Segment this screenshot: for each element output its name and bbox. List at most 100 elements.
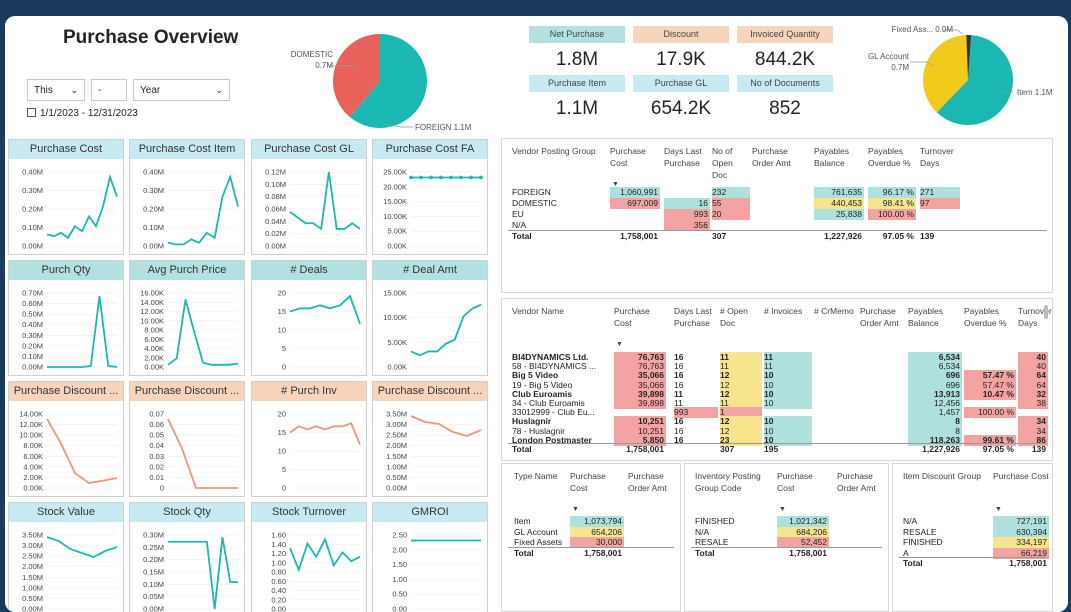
data-point (469, 175, 473, 180)
line-chart[interactable]: 0.70M0.60M 0.50M0.40M 0.30M0.20M 0.10M 0.00M (9, 281, 125, 375)
column-header[interactable]: Purchase Order Amt (752, 145, 810, 169)
chart-card[interactable]: Purchase Cost Item 0.40M 0.30M 0.20M 0.10M 0.… (129, 139, 245, 255)
chart-card[interactable]: Purchase Discount ... 0.07 0.06 0.05 0.04 0.0… (129, 381, 245, 497)
sort-arrow-icon[interactable]: ▼ (572, 506, 579, 513)
cell-open: 55 (712, 198, 750, 209)
line-chart[interactable]: 0.40M 0.30M 0.20M 0.10M 0.00M (9, 160, 125, 254)
y-tick-label: 0.05 (149, 431, 164, 440)
period-select[interactable]: This ⌄ (27, 79, 85, 101)
series-line (46, 173, 118, 240)
line-chart[interactable]: 20 15 10 5 0 (252, 281, 368, 375)
column-header[interactable]: Type Name (514, 470, 568, 482)
line-chart[interactable]: 1.601.401.201.000.800.600.400.200.00 (252, 523, 368, 612)
line-chart[interactable]: 0.12M 0.10M 0.08M 0.06M 0.04M 0.02M 0.00M (252, 160, 368, 254)
line-chart[interactable]: 0.40M 0.30M 0.20M 0.10M 0.00M (130, 160, 246, 254)
row-name: FINISHED (903, 537, 943, 547)
chart-title: Purchase Discount ... (9, 382, 123, 401)
column-header[interactable]: Vendor Posting Group (512, 145, 602, 157)
column-header[interactable]: Purchase Order Amt (837, 470, 887, 494)
line-chart[interactable]: 0.070.06 0.050.04 0.030.02 0.01 0 (130, 402, 246, 496)
column-header[interactable]: Purchase Cost (993, 470, 1049, 482)
column-header[interactable]: Payables Balance (814, 145, 864, 169)
y-tick-label: 0.50 (392, 590, 407, 599)
column-header[interactable]: Turnover Days (920, 145, 960, 169)
domestic-foreign-pie[interactable]: DOMESTIC 0.7M FOREIGN 1.1M (275, 24, 485, 134)
column-header[interactable]: Purchase Order Amt (628, 470, 678, 494)
line-chart[interactable]: 2.50 2.00 1.50 1.00 0.50 0.00 (373, 523, 489, 612)
series-line (410, 303, 482, 357)
column-header[interactable]: # Invoices (764, 305, 812, 317)
data-point (429, 175, 433, 180)
sort-arrow-icon[interactable]: ▼ (779, 506, 786, 513)
chart-card[interactable]: Stock Value 3.50M 3.00M 2.50M 2.00M 1.50M 1.00… (8, 502, 124, 612)
y-tick-label: 5.00K (387, 227, 407, 236)
scrollbar[interactable] (1044, 305, 1048, 319)
chart-card[interactable]: # Deals 20 15 10 5 0 (251, 260, 367, 376)
line-chart[interactable]: 25.00K 20.00K 15.00K 10.00K 5.00K 0.00K (373, 160, 489, 254)
column-header[interactable]: Purchase Cost (777, 470, 829, 494)
line-chart[interactable]: 3.50M3.00M 2.50M2.00M 1.50M1.00M 0.50M 0.00M (373, 402, 489, 496)
sort-arrow-icon[interactable]: ▼ (995, 506, 1002, 513)
y-tick-label: 0.10M (22, 352, 43, 361)
y-tick-label: 4.00K (144, 344, 164, 353)
line-chart[interactable]: 14.00K12.00K 10.00K8.00K 6.00K4.00K 2.00K 0.… (9, 402, 125, 496)
chart-card[interactable]: Avg Purch Price 16.00K 14.00K 12.00K 10.00K 8… (129, 260, 245, 376)
chart-card[interactable]: # Purch Inv 20 15 10 5 0 (251, 381, 367, 497)
cell-cost: 630,394 (993, 526, 1049, 538)
series-line (167, 299, 239, 366)
column-header[interactable]: Payables Balance (908, 305, 962, 329)
inventory-posting-table[interactable]: Inventory Posting Group Code Purchase Cos… (684, 463, 889, 612)
unit-select[interactable]: Year ⌄ (133, 79, 230, 101)
cell-days: 993 (664, 209, 710, 220)
y-tick-label: 20.00K (383, 182, 407, 191)
line-chart[interactable]: 0.30M 0.25M 0.20M 0.15M 0.10M 0.05M 0.00M (130, 523, 246, 612)
line-chart[interactable]: 15.00K 10.00K 5.00K 0.00K (373, 281, 489, 375)
chart-card[interactable]: Purch Qty 0.70M 0.60M 0.50M 0.40M 0.30M 0.20M 0… (8, 260, 124, 376)
type-table[interactable]: Type Name Purchase Cost Purchase Order Amt… (501, 463, 681, 612)
column-header[interactable]: Purchase Cost (570, 470, 624, 494)
pie-value-gl: 0.7M (891, 63, 909, 72)
column-header[interactable]: Days Last Purchase (674, 305, 718, 329)
column-header[interactable]: Purchase Order Amt (860, 305, 904, 329)
column-header[interactable]: Purchase Cost (614, 305, 666, 329)
column-header[interactable]: Purchase Cost (610, 145, 660, 169)
type-pie[interactable]: Fixed Ass... 0.0M GL Account 0.7M Item 1… (855, 22, 1065, 132)
chart-card[interactable]: Purchase Discount ... 3.50M 3.00M 2.50M 2.00… (372, 381, 488, 497)
y-tick-label: 0.10M (143, 580, 164, 589)
column-header[interactable]: # Open Doc (720, 305, 762, 329)
vendor-table[interactable]: Vendor Name Purchase Cost Days Last Purcha… (501, 298, 1053, 461)
chart-card[interactable]: Purchase Discount ... 14.00K 12.00K 10.00K 8… (8, 381, 124, 497)
vendor-posting-group-table[interactable]: Vendor Posting Group Purchase Cost Days La… (501, 138, 1053, 293)
y-tick-label: 3.50M (386, 410, 407, 419)
kpi-card: Purchase GL 654.2K (633, 75, 729, 120)
column-header[interactable]: No of Open Doc (712, 145, 750, 181)
item-discount-table[interactable]: Item Discount Group Purchase Cost ▼ N/A 727,… (892, 463, 1053, 612)
count-input[interactable]: - (91, 79, 127, 101)
line-chart[interactable]: 16.00K14.00K12.00K10.00K8.00K6.00K4.00K2… (130, 281, 246, 375)
column-header[interactable]: Payables Overdue % (868, 145, 916, 169)
y-tick-label: 0.01 (149, 473, 164, 482)
chart-card[interactable]: Purchase Cost 0.40M 0.30M 0.20M 0.10M 0.00M (8, 139, 124, 255)
cell-cost: 1,758,001 (1009, 558, 1047, 568)
column-header[interactable]: Inventory Posting Group Code (695, 470, 775, 494)
cell-cost: 1,021,342 (777, 516, 829, 527)
line-chart[interactable]: 20 15 10 5 0 (252, 402, 368, 496)
cell-order (752, 198, 810, 209)
cell-turnover: 271 (920, 187, 960, 198)
line-chart[interactable]: 3.50M3.00M 2.50M2.00M 1.50M1.00M 0.50M 0.00M (9, 523, 125, 612)
column-header[interactable]: Item Discount Group (903, 470, 991, 482)
column-header[interactable]: Payables Overdue % (964, 305, 1016, 329)
chart-card[interactable]: Stock Turnover 1.60 1.40 1.20 1.00 0.80 0.60 0.… (251, 502, 367, 612)
sort-arrow-icon[interactable]: ▼ (616, 341, 623, 348)
chart-card[interactable]: Purchase Cost GL 0.12M 0.10M 0.08M 0.06M 0.04… (251, 139, 367, 255)
y-tick-label: 2.00M (386, 441, 407, 450)
chart-card[interactable]: Stock Qty 0.30M 0.25M 0.20M 0.15M 0.10M 0.05M 0… (129, 502, 245, 612)
column-header[interactable]: Days Last Purchase (664, 145, 710, 169)
chart-card[interactable]: # Deal Amt 15.00K 10.00K 5.00K 0.00K (372, 260, 488, 376)
y-tick-label: 0.02 (149, 462, 164, 471)
column-header[interactable]: Vendor Name (512, 305, 612, 317)
chart-card[interactable]: Purchase Cost FA 25.00K 20.00K 15.00K 10.00K… (372, 139, 488, 255)
vendor-name: Total (512, 444, 532, 454)
column-header[interactable]: # CrMemo (814, 305, 854, 317)
chart-card[interactable]: GMROI 2.50 2.00 1.50 1.00 0.50 0.00 (372, 502, 488, 612)
